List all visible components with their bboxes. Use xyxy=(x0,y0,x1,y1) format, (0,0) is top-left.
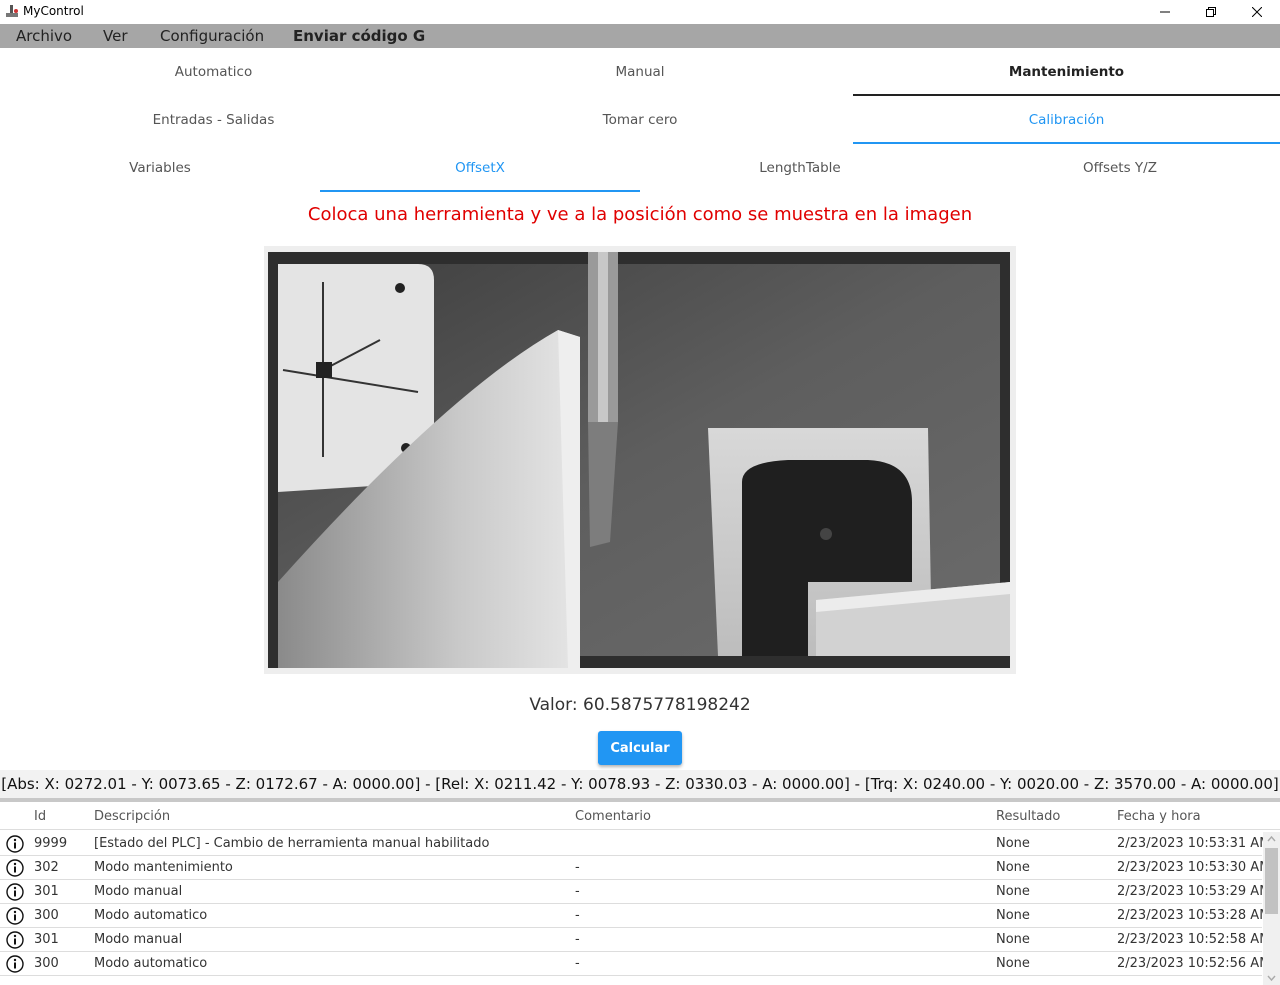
tab-lengthtable-label: LengthTable xyxy=(759,160,841,176)
info-icon xyxy=(6,835,24,853)
info-icon xyxy=(6,883,24,901)
cell-comentario: - xyxy=(575,956,580,971)
cell-id: 300 xyxy=(34,908,59,923)
cell-fecha-hora: 2/23/2023 10:52:56 AM xyxy=(1117,956,1271,971)
cell-fecha-hora: 2/23/2023 10:53:30 AM xyxy=(1117,860,1271,875)
tab-manual-label: Manual xyxy=(615,64,665,80)
menu-ver[interactable]: Ver xyxy=(103,27,128,45)
tab-entradas-salidas[interactable]: Entradas - Salidas xyxy=(0,96,427,144)
table-row[interactable]: 300 Modo automatico - None 2/23/2023 10:52:5… xyxy=(0,952,1270,976)
close-icon xyxy=(1252,7,1262,17)
table-row[interactable]: 301 Modo manual - None 2/23/2023 10:52:58 AM xyxy=(0,928,1270,952)
scroll-thumb[interactable] xyxy=(1265,848,1278,914)
cell-fecha-hora: 2/23/2023 10:52:58 AM xyxy=(1117,932,1271,947)
event-log-grid: Id Descripción Comentario Resultado Fech… xyxy=(0,802,1280,985)
tab-entradas-salidas-label: Entradas - Salidas xyxy=(152,112,275,128)
tab-calibracion-label: Calibración xyxy=(1028,112,1105,128)
calibration-value: Valor: 60.5875778198242 xyxy=(529,695,751,715)
table-row[interactable]: 9999 [Estado del PLC] - Cambio de herrami… xyxy=(0,832,1270,856)
restore-button[interactable] xyxy=(1188,0,1234,24)
scroll-up-icon[interactable] xyxy=(1267,835,1276,844)
tab-variables[interactable]: Variables xyxy=(0,144,320,192)
tab-lengthtable[interactable]: LengthTable xyxy=(640,144,960,192)
info-icon xyxy=(6,955,24,973)
cell-resultado: None xyxy=(996,908,1030,923)
maintenance-tabs: Entradas - Salidas Tomar cero Calibració… xyxy=(0,96,1280,144)
info-icon xyxy=(6,907,24,925)
grid-scrollbar[interactable] xyxy=(1263,832,1280,985)
tab-offsets-yz-label: Offsets Y/Z xyxy=(1083,160,1157,176)
cell-descripcion: Modo mantenimiento xyxy=(94,860,233,875)
calcular-button[interactable]: Calcular xyxy=(598,731,682,765)
header-fecha-hora[interactable]: Fecha y hora xyxy=(1117,809,1201,824)
grid-header: Id Descripción Comentario Resultado Fech… xyxy=(0,802,1280,830)
tab-active-indicator xyxy=(320,190,640,192)
tab-offsetx[interactable]: OffsetX xyxy=(320,144,640,192)
coordinates-status: [Abs: X: 0272.01 - Y: 0073.65 - Z: 0172.… xyxy=(0,770,1280,798)
menu-enviar-codigo-g[interactable]: Enviar código G xyxy=(293,27,425,45)
cell-comentario: - xyxy=(575,860,580,875)
tab-offsets-yz[interactable]: Offsets Y/Z xyxy=(960,144,1280,192)
cell-descripcion: Modo automatico xyxy=(94,956,208,971)
instruction-text: Coloca una herramienta y ve a la posició… xyxy=(307,204,973,225)
cell-descripcion: Modo manual xyxy=(94,884,183,899)
tab-mantenimiento[interactable]: Mantenimiento xyxy=(853,48,1280,96)
cell-descripcion: Modo manual xyxy=(94,932,183,947)
minimize-button[interactable] xyxy=(1142,0,1188,24)
app-logo-icon xyxy=(6,5,18,17)
calibration-tabs: Variables OffsetX LengthTable Offsets Y/… xyxy=(0,144,1280,192)
tab-offsetx-label: OffsetX xyxy=(455,160,505,176)
cell-descripcion: Modo automatico xyxy=(94,908,208,923)
cell-resultado: None xyxy=(996,860,1030,875)
tab-automatico[interactable]: Automatico xyxy=(0,48,427,96)
cell-fecha-hora: 2/23/2023 10:53:28 AM xyxy=(1117,908,1271,923)
main-tabs: Automatico Manual Mantenimiento xyxy=(0,48,1280,96)
window-title: MyControl xyxy=(23,4,84,18)
info-icon xyxy=(6,859,24,877)
tab-variables-label: Variables xyxy=(129,160,191,176)
tab-mantenimiento-label: Mantenimiento xyxy=(1008,64,1125,80)
header-descripcion[interactable]: Descripción xyxy=(94,809,170,824)
cell-id: 301 xyxy=(34,884,59,899)
cell-resultado: None xyxy=(996,884,1030,899)
cell-comentario: - xyxy=(575,932,580,947)
cell-resultado: None xyxy=(996,932,1030,947)
calibration-image xyxy=(268,252,1010,668)
tab-calibracion[interactable]: Calibración xyxy=(853,96,1280,144)
menu-configuracion[interactable]: Configuración xyxy=(160,27,264,45)
cell-fecha-hora: 2/23/2023 10:53:29 AM xyxy=(1117,884,1271,899)
cell-id: 9999 xyxy=(34,836,68,851)
tab-tomar-cero-label: Tomar cero xyxy=(602,112,678,128)
header-id[interactable]: Id xyxy=(34,809,46,824)
header-resultado[interactable]: Resultado xyxy=(996,809,1060,824)
tab-tomar-cero[interactable]: Tomar cero xyxy=(427,96,853,144)
close-button[interactable] xyxy=(1234,0,1280,24)
table-row[interactable]: 300 Modo automatico - None 2/23/2023 10:53:2… xyxy=(0,904,1270,928)
table-row[interactable]: 302 Modo mantenimiento - None 2/23/2023 10:5… xyxy=(0,856,1270,880)
menu-bar: Archivo Ver Configuración Enviar código … xyxy=(0,24,1280,48)
calibration-photo-illustration xyxy=(268,252,1010,668)
tab-automatico-label: Automatico xyxy=(174,64,253,80)
cell-fecha-hora: 2/23/2023 10:53:31 AM xyxy=(1117,836,1271,851)
table-row[interactable]: 301 Modo manual - None 2/23/2023 10:53:29 AM xyxy=(0,880,1270,904)
cell-comentario: - xyxy=(575,908,580,923)
tab-manual[interactable]: Manual xyxy=(427,48,853,96)
cell-id: 301 xyxy=(34,932,59,947)
cell-resultado: None xyxy=(996,836,1030,851)
header-comentario[interactable]: Comentario xyxy=(575,809,651,824)
minimize-icon xyxy=(1160,11,1170,13)
cell-comentario: - xyxy=(575,884,580,899)
calibration-image-frame xyxy=(264,246,1016,674)
scroll-down-icon[interactable] xyxy=(1267,973,1276,982)
restore-icon xyxy=(1206,7,1216,17)
cell-id: 302 xyxy=(34,860,59,875)
cell-id: 300 xyxy=(34,956,59,971)
cell-descripcion: [Estado del PLC] - Cambio de herramienta… xyxy=(94,836,490,851)
menu-archivo[interactable]: Archivo xyxy=(16,27,72,45)
title-bar: MyControl xyxy=(0,0,1280,24)
info-icon xyxy=(6,931,24,949)
cell-resultado: None xyxy=(996,956,1030,971)
